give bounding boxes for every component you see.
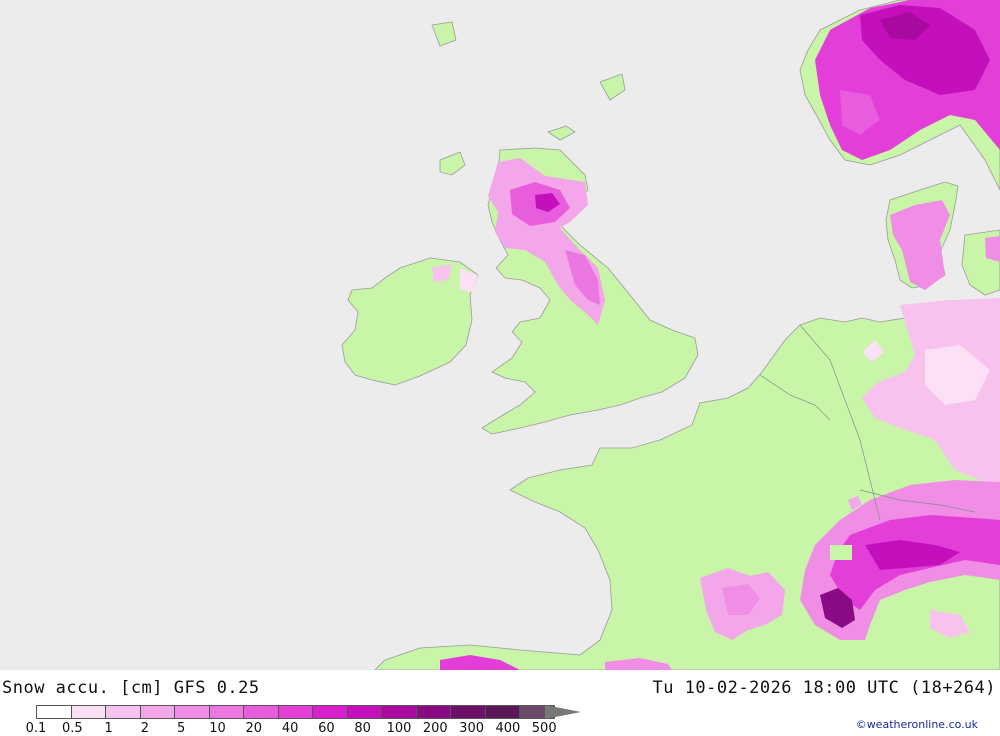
snow-map [0, 0, 1000, 671]
legend-swatch [277, 705, 313, 719]
legend-swatch [346, 705, 382, 719]
legend-swatch [415, 705, 451, 719]
legend-swatch [381, 705, 417, 719]
legend-tick-label: 0.5 [61, 721, 83, 736]
legend-tick-label: 500 [531, 721, 557, 736]
legend-swatch [208, 705, 244, 719]
legend-tick-label: 2 [140, 721, 150, 736]
legend-swatch [36, 705, 72, 719]
legend-tick-label: 10 [209, 721, 226, 736]
legend-swatch [243, 705, 279, 719]
legend-tick-label: 40 [281, 721, 299, 736]
legend-tick-label: 0.1 [25, 721, 47, 736]
snow-alps-blank [830, 545, 852, 560]
legend-tick-label: 20 [245, 721, 263, 736]
legend-colorbar [36, 705, 555, 719]
legend-tick-label: 1 [104, 721, 113, 736]
legend-tick-label: 200 [422, 721, 448, 736]
legend-swatch [139, 705, 175, 719]
legend-tick-label: 100 [386, 721, 412, 736]
snow-sweden [985, 236, 1000, 262]
map-canvas [0, 0, 1000, 671]
footer: Snow accu. [cm] GFS 0.25 Tu 10-02-2026 1… [0, 670, 1000, 736]
legend-swatch [70, 705, 106, 719]
legend-tick-label: 400 [495, 721, 521, 736]
legend-swatch [174, 705, 210, 719]
legend-tick-label: 5 [177, 721, 186, 736]
legend-tick-label: 80 [354, 721, 371, 736]
map-title: Snow accu. [cm] GFS 0.25 [2, 678, 260, 698]
legend-swatch [450, 705, 486, 719]
legend-swatch [484, 705, 520, 719]
valid-time: Tu 10-02-2026 18:00 UTC (18+264) [652, 678, 996, 698]
legend-tick-label: 60 [318, 721, 335, 736]
legend-swatch [312, 705, 348, 719]
legend-overflow-arrow [545, 705, 581, 719]
legend-swatch [105, 705, 141, 719]
credit-link[interactable]: ©weatheronline.co.uk [856, 718, 978, 731]
legend-tick-label: 300 [459, 721, 485, 736]
